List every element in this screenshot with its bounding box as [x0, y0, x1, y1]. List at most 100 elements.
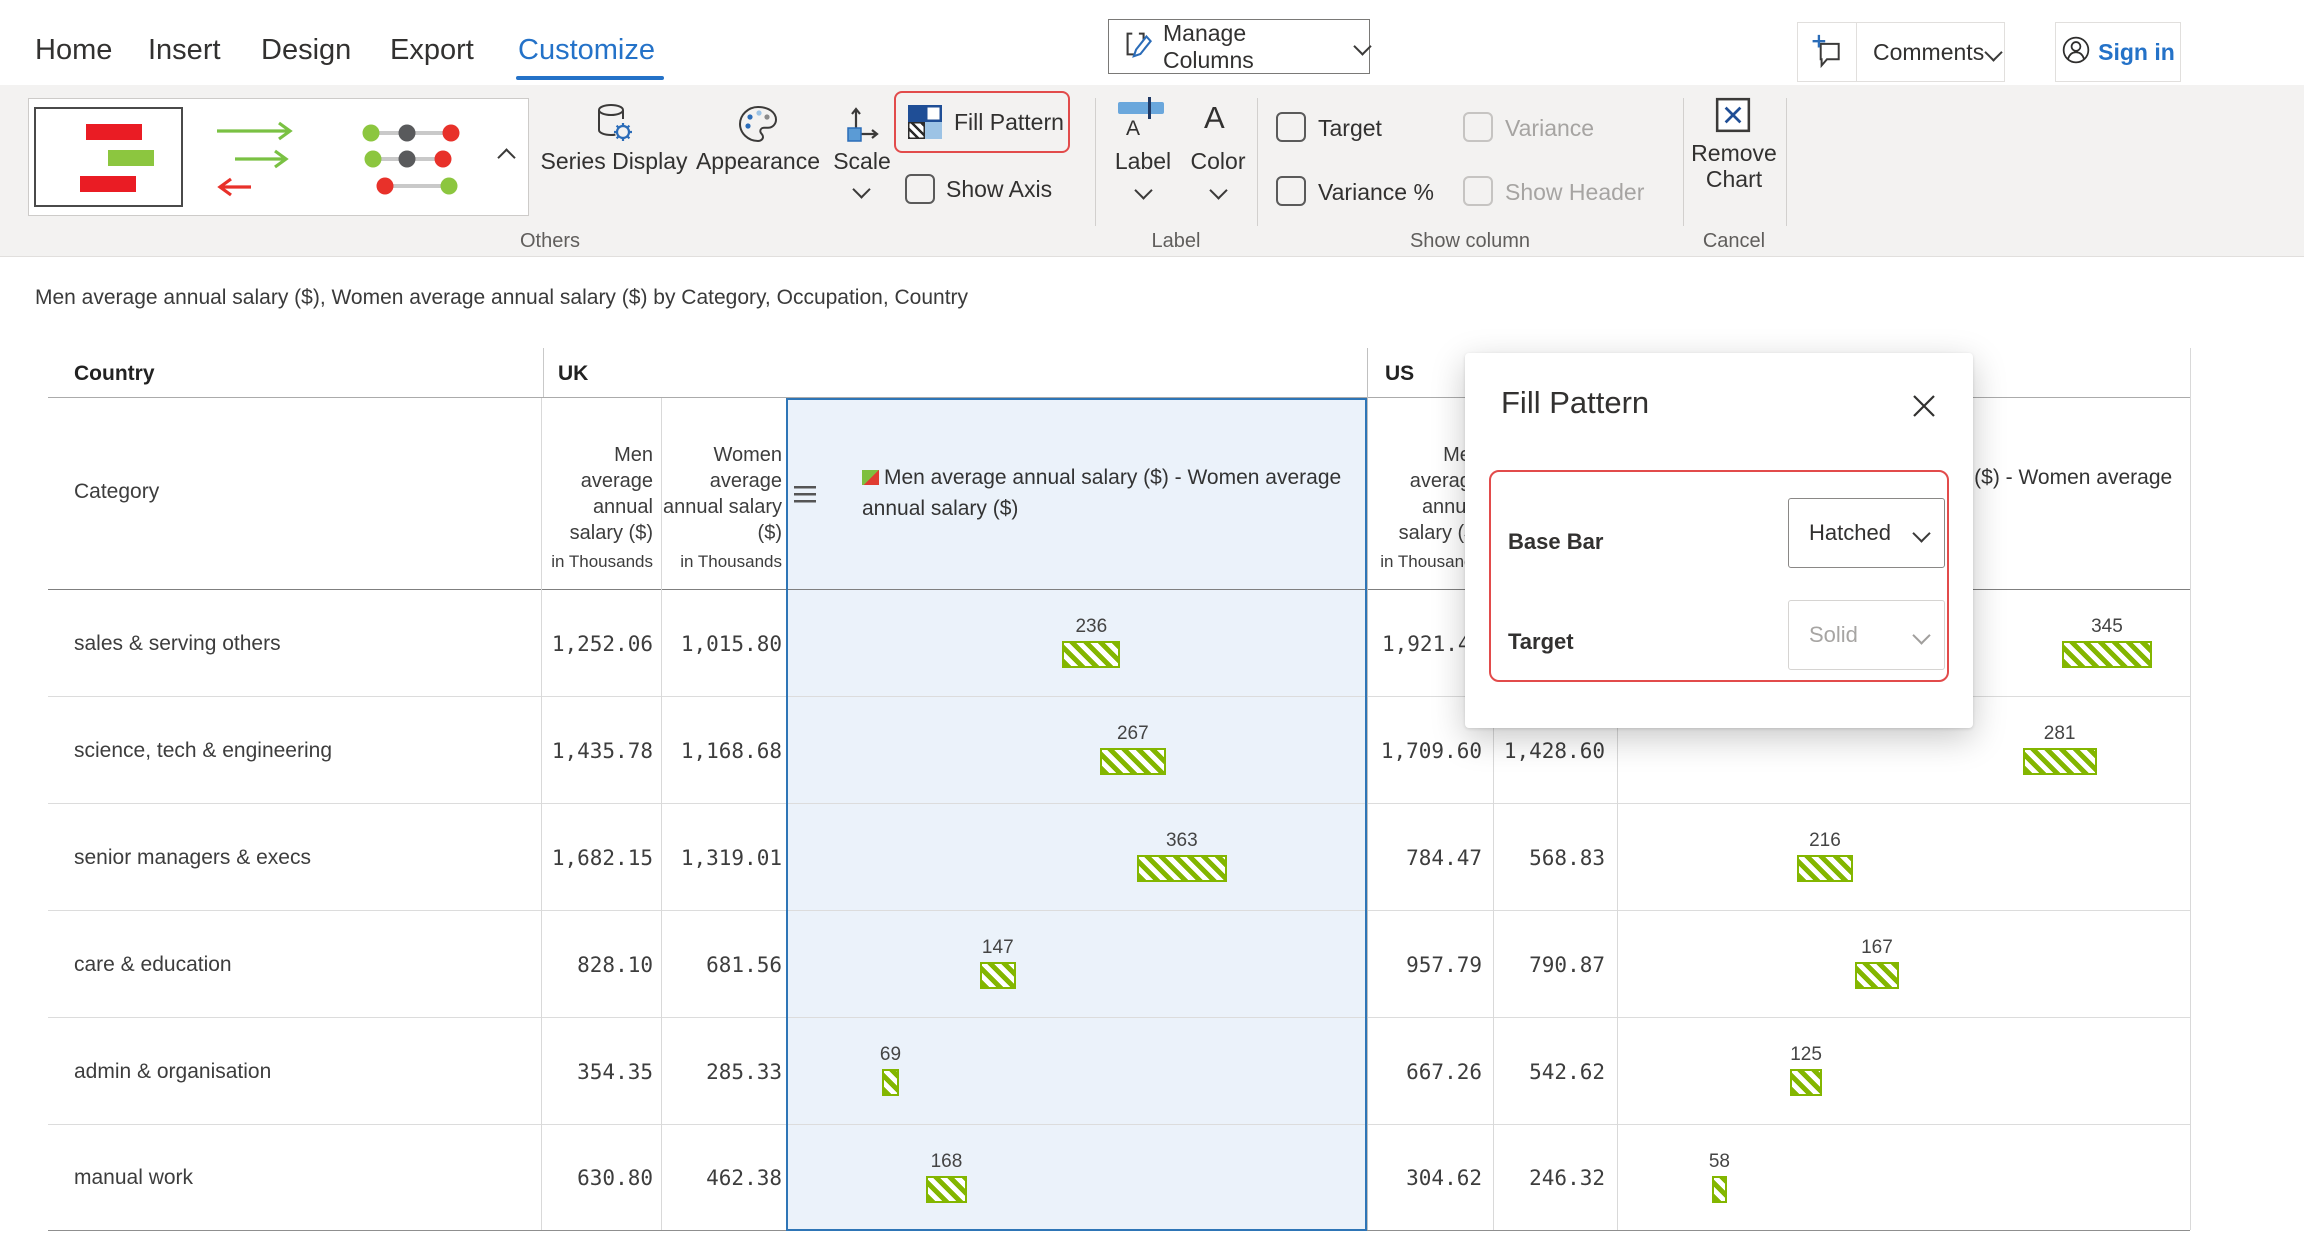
- remove-chart-button[interactable]: Remove: [1684, 140, 1784, 167]
- hatched-bar: [2062, 641, 2153, 668]
- add-comment-icon[interactable]: [1798, 23, 1857, 81]
- fill-pattern-button[interactable]: Fill Pattern: [894, 91, 1070, 153]
- base-bar-dropdown[interactable]: Hatched: [1788, 498, 1945, 568]
- thumb-green-bar: [108, 150, 154, 166]
- drag-handle-icon[interactable]: [794, 486, 816, 503]
- variance-bar-us: 167: [1855, 937, 1899, 993]
- chevron-down-icon: [1353, 37, 1371, 55]
- variance-bar-uk: 363: [1137, 830, 1227, 886]
- bar-label: 58: [1709, 1151, 1730, 1173]
- bar-label: 125: [1790, 1044, 1822, 1066]
- tab-design[interactable]: Design: [261, 34, 351, 67]
- color-button[interactable]: Color: [1185, 148, 1251, 175]
- us-men-value: 667.26: [1367, 1018, 1493, 1125]
- manage-columns-button[interactable]: Manage Columns: [1108, 19, 1370, 74]
- remove-chart-icon[interactable]: [1714, 96, 1752, 134]
- series-display-icon[interactable]: [592, 102, 636, 146]
- remove-chart-button-line2[interactable]: Chart: [1684, 166, 1784, 193]
- target-checkbox[interactable]: [1276, 112, 1306, 142]
- variance-pct-checkbox[interactable]: [1276, 176, 1306, 206]
- color-icon[interactable]: A: [1204, 100, 1225, 136]
- uk-women-value: 1,015.80: [661, 590, 786, 697]
- ribbon: Home Insert Design Export Customize Mana…: [0, 0, 2304, 257]
- group-header-uk: UK: [558, 362, 588, 386]
- chart-column-title: Men average annual salary ($) - Women av…: [862, 466, 1341, 520]
- row-category: admin & organisation: [48, 1018, 541, 1125]
- group-header-us: US: [1385, 362, 1414, 386]
- show-axis-checkbox[interactable]: [905, 174, 935, 204]
- us-men-value: 957.79: [1367, 911, 1493, 1018]
- uk-women-value: 1,168.68: [661, 697, 786, 804]
- manage-columns-label: Manage Columns: [1163, 20, 1342, 74]
- country-header: Country: [74, 362, 155, 386]
- us-men-value: 784.47: [1367, 804, 1493, 911]
- show-header-checkbox: [1463, 176, 1493, 206]
- hatched-bar: [1797, 855, 1854, 882]
- variance-bar-uk: 267: [1100, 723, 1166, 779]
- hatched-bar: [980, 962, 1016, 989]
- col-header-unit: in Thousands: [680, 549, 782, 575]
- row-category: sales & serving others: [48, 590, 541, 697]
- table-row: senior managers & execs 1,682.15 1,319.0…: [0, 804, 2304, 911]
- col-header-unit: in Thousands: [551, 549, 653, 575]
- variance-bar-uk: 168: [926, 1151, 968, 1207]
- ribbon-separator: [1786, 98, 1787, 226]
- chart-column-header-uk[interactable]: Men average annual salary ($) - Women av…: [862, 462, 1354, 524]
- variance-pct-label: Variance %: [1318, 179, 1434, 206]
- scale-icon[interactable]: [840, 102, 884, 146]
- hatched-bar: [1855, 962, 1899, 989]
- tab-customize[interactable]: Customize: [518, 34, 655, 67]
- group-label-cancel: Cancel: [1684, 230, 1784, 253]
- variance-label: Variance: [1505, 115, 1594, 142]
- thumb-red-bar: [80, 176, 136, 192]
- chevron-up-icon: [497, 148, 515, 166]
- comments-button[interactable]: Comments: [1797, 22, 2005, 82]
- tab-export[interactable]: Export: [390, 34, 474, 67]
- label-button[interactable]: Label: [1108, 148, 1178, 175]
- comments-label: Comments: [1873, 39, 1984, 66]
- dialog-title: Fill Pattern: [1501, 385, 1649, 421]
- bar-label: 363: [1166, 830, 1198, 852]
- group-label-show-column: Show column: [1390, 230, 1550, 253]
- variance-bar-us: 125: [1790, 1044, 1823, 1100]
- manage-columns-icon: [1121, 28, 1153, 65]
- gallery-thumb-bars-selected[interactable]: [34, 107, 183, 207]
- gallery-collapse-button[interactable]: [484, 98, 529, 216]
- bar-label: 69: [880, 1044, 901, 1066]
- thumb-red-bar: [86, 124, 142, 140]
- close-icon[interactable]: [1909, 391, 1939, 421]
- series-color-icon: [862, 470, 879, 485]
- row-category: senior managers & execs: [48, 804, 541, 911]
- row-category: care & education: [48, 911, 541, 1018]
- label-icon[interactable]: A: [1118, 99, 1168, 145]
- uk-women-value: 462.38: [661, 1125, 786, 1231]
- gallery-thumb-arrows[interactable]: [199, 107, 339, 205]
- gallery-thumb-dot-plot[interactable]: [347, 107, 479, 205]
- group-label-others: Others: [505, 230, 595, 253]
- user-icon: [2061, 35, 2091, 70]
- hatched-bar: [1712, 1176, 1727, 1203]
- tab-insert[interactable]: Insert: [148, 34, 221, 67]
- bar-label: 168: [931, 1151, 963, 1173]
- target-field-label: Target: [1508, 629, 1574, 655]
- series-display-button[interactable]: Series Display: [538, 148, 690, 175]
- variance-bar-us: 216: [1797, 830, 1854, 886]
- active-tab-underline: [516, 76, 664, 80]
- us-women-value: 568.83: [1493, 804, 1617, 911]
- scale-button[interactable]: Scale: [822, 148, 902, 175]
- table-row: care & education 828.10 681.56 957.79 79…: [0, 911, 2304, 1018]
- tab-home[interactable]: Home: [35, 34, 112, 67]
- dialog-highlighted-section: Base Bar Hatched Target Solid: [1489, 470, 1949, 682]
- row-category: manual work: [48, 1125, 541, 1231]
- fill-pattern-dialog: Fill Pattern Base Bar Hatched Target Sol…: [1465, 353, 1973, 728]
- uk-women-value: 681.56: [661, 911, 786, 1018]
- hatched-bar: [882, 1069, 899, 1096]
- hatched-bar: [1100, 748, 1166, 775]
- variance-bar-uk: 147: [980, 937, 1016, 993]
- table-row: admin & organisation 354.35 285.33 667.2…: [0, 1018, 2304, 1125]
- appearance-icon[interactable]: [736, 102, 780, 146]
- appearance-button[interactable]: Appearance: [692, 148, 824, 175]
- sign-in-button[interactable]: Sign in: [2055, 22, 2181, 82]
- row-category: science, tech & engineering: [48, 697, 541, 804]
- variance-bar-uk: 236: [1062, 616, 1120, 672]
